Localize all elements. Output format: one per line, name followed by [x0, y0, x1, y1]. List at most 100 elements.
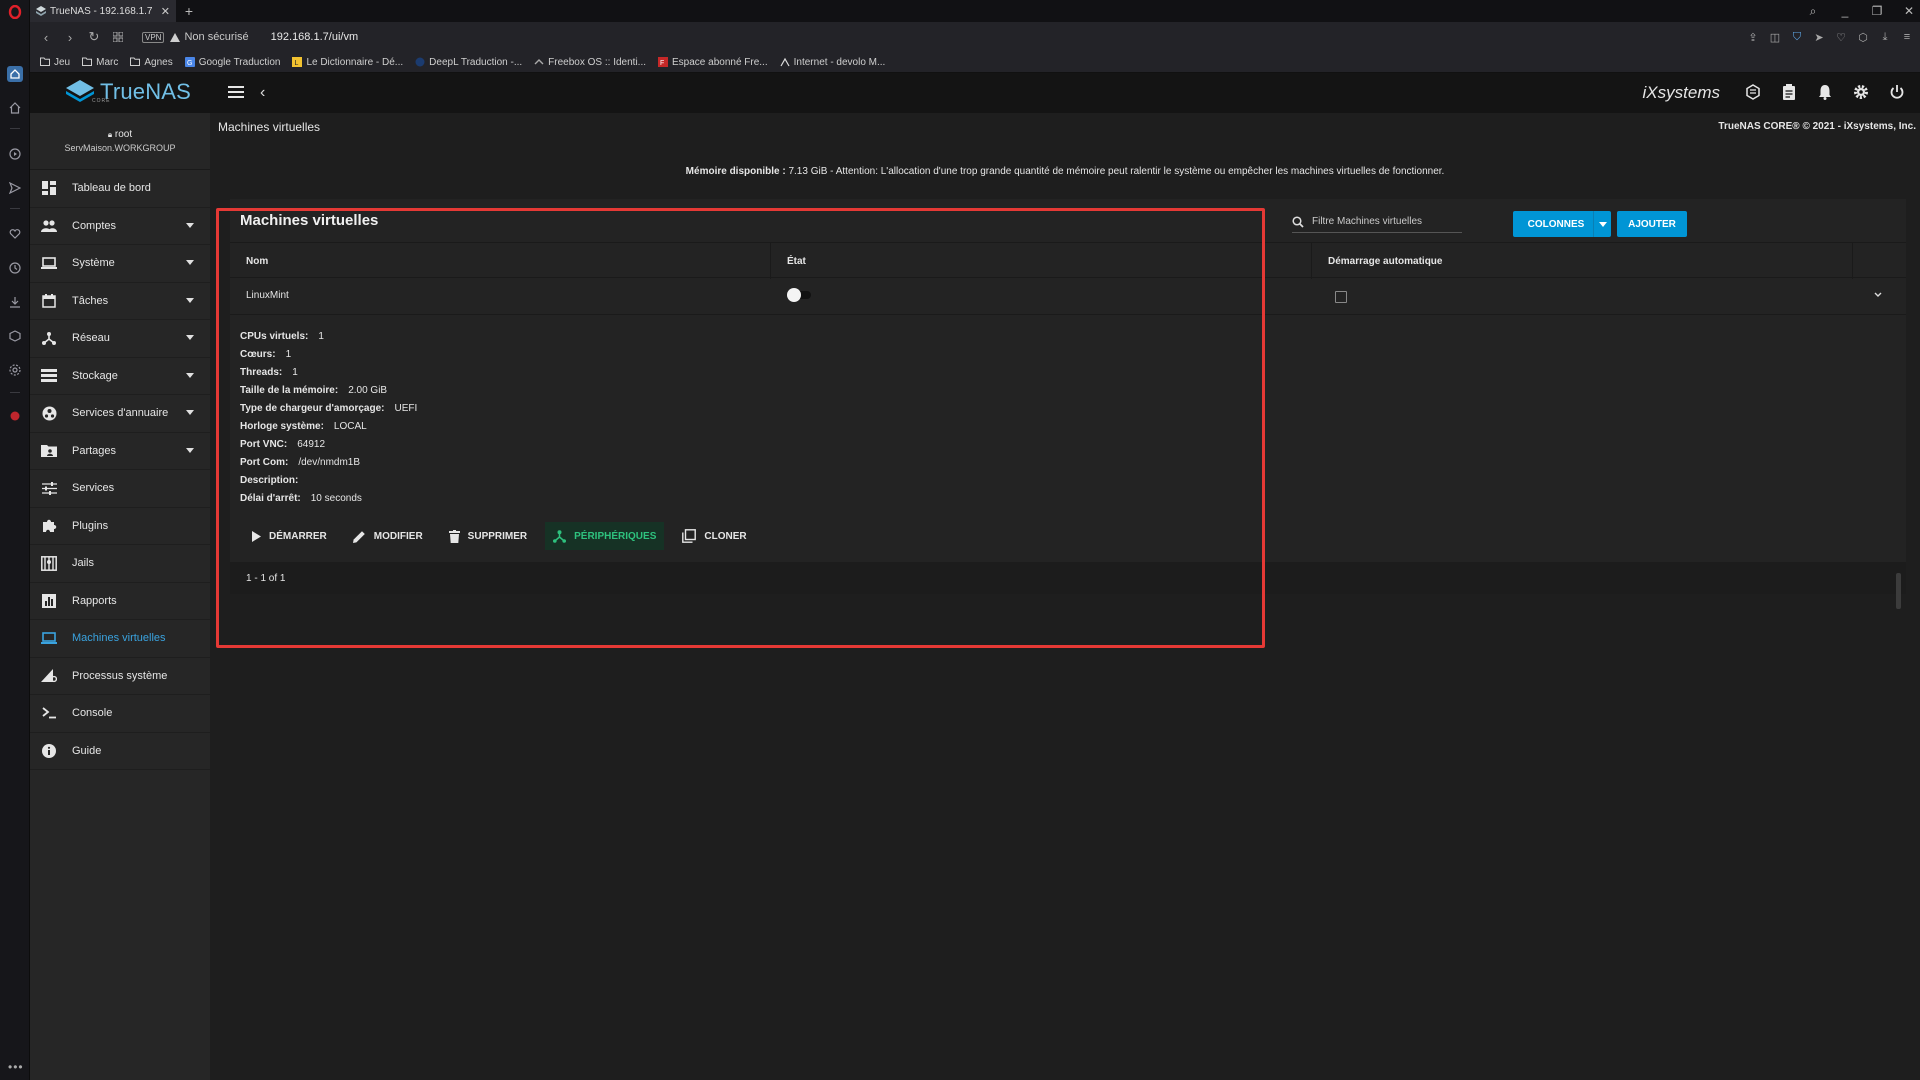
tabs-grid-icon[interactable] [106, 27, 130, 47]
heart-icon[interactable] [7, 226, 23, 242]
free-icon: F [658, 57, 668, 67]
download-icon[interactable]: ⤓ [1878, 31, 1892, 44]
filter-input[interactable] [1312, 216, 1452, 227]
bookmark-item[interactable]: Jeu [40, 57, 70, 68]
back-icon[interactable]: ‹ [34, 27, 58, 47]
gear-icon[interactable] [1852, 83, 1870, 101]
vpn-badge[interactable]: VPN [142, 31, 165, 43]
sidebar-item-guide[interactable]: Guide [30, 733, 210, 770]
sidebar-item-stockage[interactable]: Stockage [30, 358, 210, 395]
more-icon[interactable]: ••• [8, 1060, 24, 1074]
tab-truenas[interactable]: TrueNAS - 192.168.1.7 ✕ [30, 0, 176, 22]
cloner-button[interactable]: CLONER [674, 522, 754, 550]
security-indicator[interactable]: Non sécurisé [170, 31, 249, 43]
sidebar-item-label: Tâches [72, 294, 109, 307]
bookmark-item[interactable]: Internet - devolo M... [780, 57, 885, 68]
share-icon[interactable]: ⇪ [1746, 31, 1760, 44]
close-window-icon[interactable]: ✕ [1902, 4, 1916, 18]
send-icon[interactable] [7, 180, 23, 196]
pagination: 1 - 1 of 1 [230, 562, 1906, 594]
home-icon[interactable] [7, 100, 23, 116]
sidebar-item-taches[interactable]: Tâches [30, 283, 210, 320]
sidebar-item-reseau[interactable]: Réseau [30, 320, 210, 358]
player-icon[interactable] [7, 146, 23, 162]
sidebar-item-comptes[interactable]: Comptes [30, 208, 210, 245]
clipboard-icon[interactable] [1780, 83, 1798, 101]
freebox-icon [534, 57, 544, 67]
bookmark-item[interactable]: DeepL Traduction -... [415, 57, 522, 68]
bell-icon[interactable] [1816, 83, 1834, 101]
bookmark-item[interactable]: Freebox OS :: Identi... [534, 57, 646, 68]
bookmark-item[interactable]: G Google Traduction [184, 56, 281, 68]
bookmark-item[interactable]: L Le Dictionnaire - Dé... [292, 57, 403, 68]
sidebar-item-plugins[interactable]: Plugins [30, 508, 210, 545]
state-toggle[interactable] [787, 288, 813, 302]
detail-value: LOCAL [333, 420, 367, 432]
speed-dial-icon[interactable] [7, 66, 23, 82]
new-tab-button[interactable]: + [180, 2, 198, 20]
table-row[interactable]: LinuxMint [230, 278, 1906, 315]
column-header-name[interactable]: Nom [230, 243, 771, 279]
caret-down-icon[interactable] [1593, 211, 1611, 237]
url-field[interactable]: 192.168.1.7/ui/vm [271, 31, 358, 43]
minimize-icon[interactable]: _ [1838, 4, 1852, 18]
column-header-state[interactable]: État [771, 243, 1312, 279]
scrollbar-thumb[interactable] [1896, 573, 1901, 609]
collapse-chevron-icon[interactable]: ‹ [260, 84, 274, 102]
vpn-shield-icon[interactable]: ⛉ [1790, 31, 1804, 44]
bookmark-heart-icon[interactable]: ♡ [1834, 31, 1848, 44]
sidebar-item-services-d-annuaire[interactable]: Services d'annuaire [30, 395, 210, 433]
settings-icon[interactable] [7, 362, 23, 378]
people-icon [40, 217, 58, 235]
forward-icon[interactable]: › [58, 27, 82, 47]
supprimer-button[interactable]: SUPPRIMER [441, 522, 535, 550]
reload-icon[interactable]: ↻ [82, 27, 106, 47]
detail-key: Threads: [240, 366, 283, 378]
restore-icon[interactable]: ❐ [1870, 4, 1884, 18]
expand-chevron-icon[interactable] [1873, 290, 1883, 300]
ixsystems-logo: iXsystems [1642, 83, 1720, 102]
card-title: Machines virtuelles [240, 212, 379, 229]
clone-icon [682, 529, 697, 543]
downloads-icon[interactable] [7, 294, 23, 310]
easy-setup-icon[interactable]: ≡ [1900, 31, 1914, 43]
opera-logo-icon[interactable] [7, 4, 23, 20]
column-header-autostart[interactable]: Démarrage automatique [1312, 243, 1853, 279]
detail-row: Threads: 1 [240, 363, 417, 381]
sidebar-item-jails[interactable]: Jails [30, 545, 210, 583]
sidebar-item-services[interactable]: Services [30, 470, 210, 508]
sidebar-item-partages[interactable]: Partages [30, 433, 210, 470]
camera-icon[interactable]: ◫ [1768, 31, 1782, 44]
peripheriques-button[interactable]: PÉRIPHÉRIQUES [545, 522, 665, 550]
power-icon[interactable] [1888, 83, 1906, 101]
sidebar-item-console[interactable]: Console [30, 695, 210, 733]
truenas-logo[interactable]: TrueNAS [66, 79, 191, 105]
adblock-icon[interactable] [7, 408, 23, 424]
send-page-icon[interactable]: ➤ [1812, 31, 1826, 44]
bookmark-item[interactable]: F Espace abonné Fre... [658, 57, 768, 68]
detail-key: Description: [240, 474, 299, 486]
demarrer-button[interactable]: DÉMARRER [244, 522, 335, 550]
close-tab-icon[interactable]: ✕ [161, 5, 170, 18]
extensions-cube-icon[interactable]: ⬡ [1856, 31, 1870, 44]
sidebar-item-tableau-de-bord[interactable]: Tableau de bord [30, 170, 210, 208]
truecommand-icon[interactable] [1744, 83, 1762, 101]
bookmark-label: Google Traduction [198, 56, 281, 68]
columns-button[interactable]: COLONNES [1513, 211, 1611, 237]
modifier-button[interactable]: MODIFIER [345, 522, 431, 550]
autostart-checkbox[interactable] [1335, 291, 1347, 303]
sidebar-item-processus-systeme[interactable]: Processus système [30, 658, 210, 695]
trash-icon [448, 529, 460, 543]
table-header: Nom État Démarrage automatique [230, 242, 1906, 279]
sidebar-item-systeme[interactable]: Système [30, 245, 210, 283]
add-button[interactable]: AJOUTER [1617, 211, 1687, 237]
extensions-icon[interactable] [7, 328, 23, 344]
bookmark-item[interactable]: Agnes [130, 57, 173, 68]
sidebar-item-rapports[interactable]: Rapports [30, 583, 210, 620]
history-icon[interactable] [7, 260, 23, 276]
menu-toggle-icon[interactable] [228, 85, 246, 101]
sidebar-item-machines-virtuelles[interactable]: Machines virtuelles [30, 620, 210, 658]
sidebar-item-label: Réseau [72, 332, 110, 345]
bookmark-item[interactable]: Marc [82, 57, 118, 68]
search-tabs-icon[interactable]: ⌕ [1806, 4, 1820, 19]
